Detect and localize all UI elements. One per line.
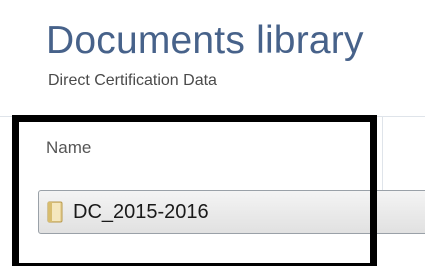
header-divider (0, 116, 425, 117)
column-separator[interactable] (382, 117, 383, 191)
column-header-name[interactable]: Name (46, 138, 91, 158)
library-title: Documents library (46, 19, 364, 62)
library-subtitle: Direct Certification Data (48, 72, 217, 89)
explorer-window: Documents library Direct Certification D… (0, 0, 425, 266)
folder-icon (47, 200, 65, 224)
folder-name: DC_2015-2016 (73, 201, 209, 223)
folder-item[interactable]: DC_2015-2016 (38, 190, 425, 234)
